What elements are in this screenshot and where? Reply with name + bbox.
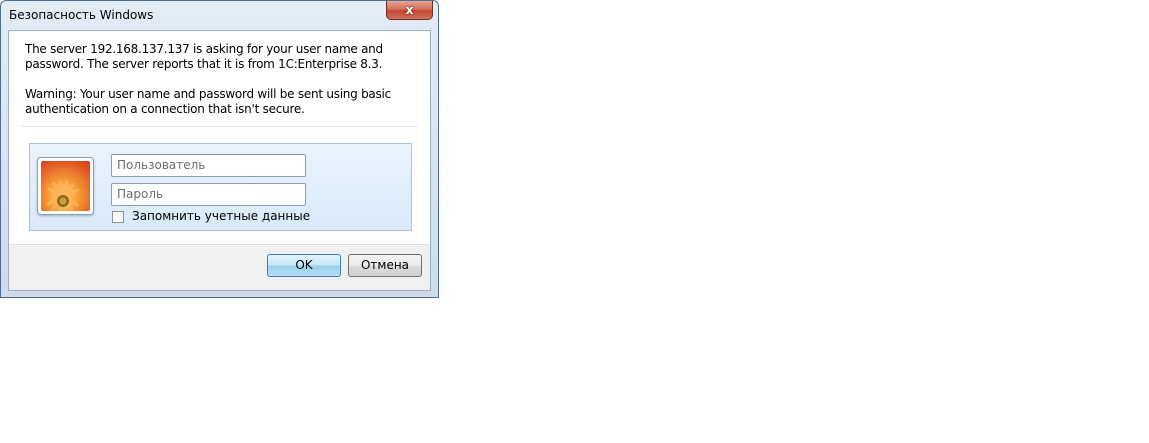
warning-message: Warning: Your user name and password wil…: [25, 87, 391, 116]
close-icon: x: [405, 3, 414, 17]
separator: [21, 126, 417, 127]
remember-label: Запомнить учетные данные: [132, 209, 311, 223]
close-button[interactable]: x: [386, 1, 433, 20]
credentials-dialog: Безопасность Windows x The server 192.16…: [0, 0, 439, 298]
password-field[interactable]: Пароль: [111, 183, 306, 206]
window-title: Безопасность Windows: [9, 8, 154, 22]
ok-button[interactable]: OK: [267, 254, 341, 277]
username-field[interactable]: Пользователь: [111, 154, 306, 177]
username-placeholder: Пользователь: [117, 158, 206, 172]
cancel-button[interactable]: Отмена: [348, 254, 422, 277]
credential-tile: Пользователь Пароль Запомнить учетные да…: [29, 143, 412, 231]
flower-user-tile-icon: [37, 157, 94, 215]
password-placeholder: Пароль: [117, 187, 164, 201]
remember-checkbox[interactable]: [112, 211, 124, 223]
button-bar: OK Отмена: [9, 244, 430, 290]
title-bar[interactable]: Безопасность Windows x: [1, 1, 438, 29]
server-message: The server 192.168.137.137 is asking for…: [25, 42, 383, 71]
dialog-body: The server 192.168.137.137 is asking for…: [8, 30, 431, 291]
